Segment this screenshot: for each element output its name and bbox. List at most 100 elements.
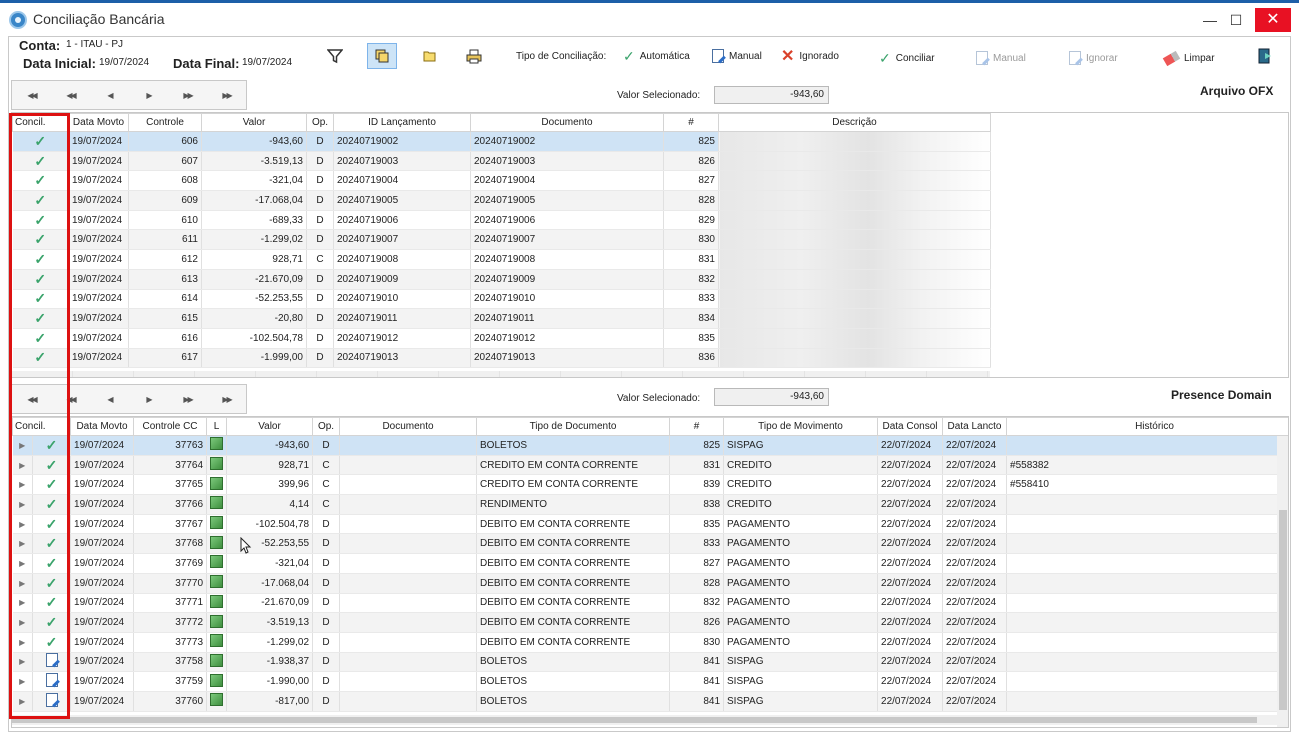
table-row[interactable]: ✓ 19/07/2024 612 928,71 C 20240719008 20240719… xyxy=(12,249,991,270)
table-row[interactable]: ▶ ✓ 19/07/2024 37766 4,14 C RENDIMENTO 838 CREDI… xyxy=(12,494,1288,515)
ledger-icon[interactable] xyxy=(206,652,228,673)
ignorar-button[interactable]: Ignorar xyxy=(1069,45,1118,71)
table-row[interactable]: ✓ 19/07/2024 610 -689,33 D 20240719006 2024071… xyxy=(12,210,991,231)
table-cell: 19/07/2024 xyxy=(70,435,135,456)
ofx-col-header[interactable]: ID Lançamento xyxy=(333,113,471,132)
ofx-grid: Concil. Data Movto Controle Valor Op. ID Lanç… xyxy=(11,112,1289,378)
table-row[interactable]: ✓ 19/07/2024 611 -1.299,02 D 20240719007 20240… xyxy=(12,229,991,251)
ofx-col-header[interactable]: Op. xyxy=(306,113,334,132)
ledger-icon[interactable] xyxy=(206,533,228,555)
limpar-button[interactable]: Limpar xyxy=(1162,45,1215,71)
pd-col-header[interactable]: Data Lancto xyxy=(942,417,1008,436)
pd-col-header[interactable]: Tipo de Movimento xyxy=(723,417,879,436)
ledger-icon[interactable] xyxy=(206,455,228,476)
table-cell xyxy=(1006,435,1288,456)
pd-col-header[interactable]: # xyxy=(669,417,725,436)
table-cell: 20240719003 xyxy=(470,151,664,172)
close-button[interactable]: ✕ xyxy=(1255,8,1291,32)
prev-record-button[interactable]: ◀ xyxy=(90,81,129,109)
ofx-col-header[interactable]: Valor xyxy=(201,113,307,132)
presence-horizontal-scrollbar[interactable] xyxy=(12,715,1277,725)
table-row[interactable]: ▶ ✓ 19/07/2024 37771 -21.670,09 D DEBITO EM CO… xyxy=(12,593,1288,614)
ledger-icon[interactable] xyxy=(206,553,228,574)
table-row[interactable]: ✓ 19/07/2024 606 -943,60 D 20240719002 2024071… xyxy=(12,131,991,152)
ledger-icon[interactable] xyxy=(206,691,228,712)
table-cell: 609 xyxy=(128,190,202,211)
ofx-col-header[interactable]: Data Movto xyxy=(68,113,129,132)
ledger-icon[interactable] xyxy=(206,573,228,594)
manual-option[interactable]: Manual xyxy=(712,43,762,69)
conta-value[interactable]: 1 - ITAU - PJ xyxy=(66,39,123,50)
pd-col-header[interactable]: Documento xyxy=(339,417,478,436)
table-row[interactable]: ✓ 19/07/2024 615 -20,80 D 20240719011 20240719… xyxy=(12,308,991,329)
scrollbar-thumb[interactable] xyxy=(12,717,1257,723)
ledger-icon[interactable] xyxy=(206,632,228,653)
table-row[interactable]: ▶ ✓ 19/07/2024 37764 928,71 C CREDITO EM CONTA… xyxy=(12,455,1288,476)
table-row[interactable]: ▶ ✓ 19/07/2024 37773 -1.299,02 D DEBITO EM CON… xyxy=(12,632,1288,653)
pd-col-header[interactable]: Data Movto xyxy=(70,417,135,436)
automatica-option[interactable]: ✓ Automática xyxy=(623,43,690,69)
print-button[interactable] xyxy=(459,43,489,69)
pd-col-header[interactable]: Controle CC xyxy=(133,417,208,436)
table-row[interactable]: ✓ 19/07/2024 614 -52.253,55 D 20240719010 2024… xyxy=(12,289,991,310)
ignorado-option[interactable]: ✕ Ignorado xyxy=(781,43,839,69)
copy-view-button[interactable] xyxy=(367,43,397,69)
table-cell: DEBITO EM CONTA CORRENTE xyxy=(476,573,671,594)
pd-col-header[interactable]: Histórico xyxy=(1006,417,1288,436)
next-record-button[interactable]: ▶ xyxy=(129,385,168,413)
table-row[interactable]: ✓ 19/07/2024 616 -102.504,78 D 20240719012 202… xyxy=(12,328,991,349)
table-row[interactable]: ▶ ✓ 19/07/2024 37768 -52.253,55 D DEBITO EM CO… xyxy=(12,533,1288,555)
ofx-col-header[interactable]: Documento xyxy=(470,113,664,132)
scrollbar-thumb[interactable] xyxy=(1279,510,1287,710)
conciliar-button[interactable]: ✓ Conciliar xyxy=(879,45,935,71)
last-record-button[interactable]: ▶▶ xyxy=(207,81,246,109)
pd-col-header[interactable]: Op. xyxy=(312,417,341,436)
table-row[interactable]: ▶ 19/07/2024 37760 -817,00 D BOLETOS 841 SISPAG… xyxy=(12,691,1288,712)
prev-record-button[interactable]: ◀ xyxy=(90,385,129,413)
pd-col-header[interactable]: Valor xyxy=(226,417,314,436)
data-final-value[interactable]: 19/07/2024 xyxy=(242,57,292,68)
first-record-button[interactable]: ◀◀ xyxy=(12,81,51,109)
ofx-col-header[interactable]: Controle xyxy=(128,113,202,132)
ledger-icon[interactable] xyxy=(206,494,228,515)
table-row[interactable]: ✓ 19/07/2024 609 -17.068,04 D 20240719005 2024… xyxy=(12,190,991,211)
ofx-col-header[interactable]: Descrição xyxy=(718,113,991,132)
pd-col-header[interactable]: L xyxy=(206,417,228,436)
table-row[interactable]: ▶ ✓ 19/07/2024 37767 -102.504,78 D DEBITO EM C… xyxy=(12,514,1288,535)
table-row[interactable]: ✓ 19/07/2024 607 -3.519,13 D 20240719003 20240… xyxy=(12,151,991,172)
last-record-button[interactable]: ▶▶ xyxy=(207,385,246,413)
ledger-icon[interactable] xyxy=(206,671,228,692)
table-row[interactable]: ✓ 19/07/2024 613 -21.670,09 D 20240719009 2024… xyxy=(12,269,991,290)
ofx-col-header[interactable]: # xyxy=(663,113,719,132)
pd-col-header[interactable]: Data Consol xyxy=(877,417,944,436)
pd-col-header[interactable]: Tipo de Documento xyxy=(476,417,671,436)
ofx-section-title: Arquivo OFX xyxy=(1200,84,1274,98)
table-row[interactable]: ▶ ✓ 19/07/2024 37763 -943,60 D BOLETOS 825 SISPA… xyxy=(12,435,1288,456)
ledger-icon[interactable] xyxy=(206,514,228,535)
table-row[interactable]: ▶ ✓ 19/07/2024 37769 -321,04 D DEBITO EM CONTA… xyxy=(12,553,1288,574)
presence-vertical-scrollbar[interactable] xyxy=(1277,436,1288,727)
data-inicial-value[interactable]: 19/07/2024 xyxy=(99,57,149,68)
table-row[interactable]: ▶ 19/07/2024 37758 -1.938,37 D BOLETOS 841 SISP… xyxy=(12,652,1288,673)
next-page-button[interactable]: ▶▶ xyxy=(168,81,207,109)
ledger-icon[interactable] xyxy=(206,435,228,456)
table-row[interactable]: ▶ ✓ 19/07/2024 37772 -3.519,13 D DEBITO EM CON… xyxy=(12,612,1288,633)
table-row[interactable]: ▶ 19/07/2024 37759 -1.990,00 D BOLETOS 841 SISP… xyxy=(12,671,1288,692)
prev-page-button[interactable]: ◀◀ xyxy=(51,81,90,109)
ledger-icon[interactable] xyxy=(206,612,228,633)
table-row[interactable]: ▶ ✓ 19/07/2024 37765 399,96 C CREDITO EM CONTA… xyxy=(12,474,1288,496)
filter-button[interactable] xyxy=(320,43,350,69)
ledger-icon xyxy=(210,516,224,530)
ledger-icon[interactable] xyxy=(206,593,228,614)
maximize-button[interactable]: ☐ xyxy=(1218,8,1254,32)
table-row[interactable]: ✓ 19/07/2024 608 -321,04 D 20240719004 2024071… xyxy=(12,170,991,192)
manual-action-button[interactable]: Manual xyxy=(976,45,1026,71)
next-record-button[interactable]: ▶ xyxy=(129,81,168,109)
ledger-icon[interactable] xyxy=(206,474,228,496)
next-page-button[interactable]: ▶▶ xyxy=(168,385,207,413)
exit-button[interactable] xyxy=(1250,43,1280,69)
table-row[interactable]: ▶ ✓ 19/07/2024 37770 -17.068,04 D DEBITO EM CO… xyxy=(12,573,1288,594)
table-cell: 610 xyxy=(128,210,202,231)
table-row[interactable]: ✓ 19/07/2024 617 -1.999,00 D 20240719013 20240… xyxy=(12,348,991,369)
open-button[interactable] xyxy=(415,43,445,69)
